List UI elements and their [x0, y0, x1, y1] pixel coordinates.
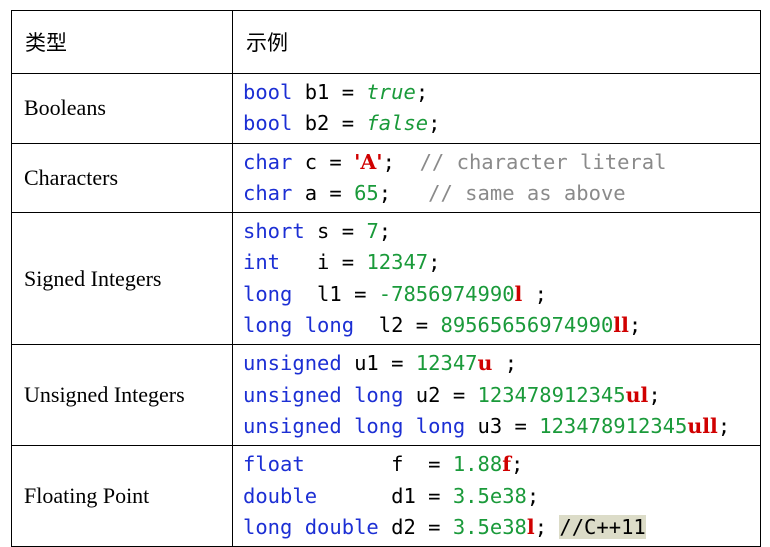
code-token: u3 =: [465, 413, 540, 438]
code-token: ;: [522, 281, 548, 306]
code-token-kw: unsigned long: [243, 382, 404, 407]
code-token-sfx: ul: [625, 382, 649, 407]
example-cell: float f = 1.88f; double d1 = 3.5e38; long …: [232, 445, 761, 547]
code-line: short s = 7;: [243, 216, 760, 247]
code-token-num: 12347: [366, 250, 429, 275]
code-token-sfx: l: [526, 514, 535, 539]
code-token-kw: unsigned: [243, 351, 342, 376]
header-type: 类型: [11, 10, 233, 74]
code-token-kw: long long: [243, 313, 355, 338]
code-token: ;: [511, 452, 524, 477]
code-line: float f = 1.88f;: [243, 449, 760, 480]
type-cell: Unsigned Integers: [11, 344, 233, 447]
code-token-num: 3.5e38: [452, 514, 527, 539]
code-line: unsigned long u2 = 123478912345ul;: [243, 380, 760, 411]
code-token: b2 =: [292, 111, 367, 136]
code-token: f =: [304, 452, 453, 477]
code-token-kw: float: [243, 452, 305, 477]
code-token: ;: [378, 180, 429, 205]
code-token: ;: [415, 80, 429, 104]
code-token: i =: [280, 250, 367, 275]
code-token: ;: [534, 514, 560, 539]
code-token: ;: [382, 149, 420, 174]
header-example: 示例: [232, 10, 761, 74]
code-token-kw: bool: [243, 80, 293, 104]
code-token-num: 65: [354, 180, 379, 205]
code-token: l1 =: [292, 281, 379, 306]
code-line: unsigned long long u3 = 123478912345ull;: [243, 411, 760, 442]
type-cell: Signed Integers: [11, 212, 233, 346]
code-token: c =: [292, 149, 355, 174]
code-line: long long l2 = 89565656974990ll;: [243, 310, 760, 341]
table-row: Floating Point float f = 1.88f; double d1 …: [11, 445, 761, 547]
code-token-num: 1.88: [452, 452, 503, 477]
code-token-cmt: // character literal: [419, 149, 667, 174]
code-token: u2 =: [403, 382, 478, 407]
code-token-kw: char: [243, 149, 293, 174]
code-token: ;: [628, 313, 642, 338]
literal-types-table: 类型 示例 Booleans bool b1 = true; bool b2 = f…: [11, 10, 761, 547]
code-line: double d1 = 3.5e38;: [243, 481, 760, 512]
example-cell: unsigned u1 = 12347u ; unsigned long u2 =…: [232, 344, 761, 447]
code-token: ;: [648, 382, 661, 407]
example-cell: bool b1 = true; bool b2 = false;: [232, 73, 761, 144]
example-cell: short s = 7; int i = 12347; long l1 = -785…: [232, 212, 761, 346]
code-token-num: 7: [366, 219, 379, 244]
code-line: int i = 12347;: [243, 247, 760, 278]
type-cell: Characters: [11, 142, 233, 214]
table-row: Unsigned Integers unsigned u1 = 12347u ; u…: [11, 344, 761, 447]
code-token: ;: [378, 219, 392, 244]
code-line: bool b1 = true;: [243, 77, 760, 108]
code-token: ;: [428, 111, 441, 136]
code-line: unsigned u1 = 12347u ;: [243, 348, 760, 379]
code-line: bool b2 = false;: [243, 108, 760, 139]
table-header-row: 类型 示例: [11, 10, 761, 74]
code-token: d2 =: [378, 514, 453, 539]
code-token: l2 =: [354, 313, 441, 338]
code-token-cmt: // same as above: [428, 180, 626, 205]
code-token-kw: double: [243, 483, 318, 508]
table-row: Characters char c = 'A'; // character lit…: [11, 142, 761, 214]
code-token-lit: true: [366, 80, 416, 104]
code-token-num: -7856974990: [378, 281, 515, 306]
code-token-kw: short: [243, 219, 305, 244]
table-body: Booleans bool b1 = true; bool b2 = false; C…: [11, 73, 761, 547]
code-token: s =: [304, 219, 367, 244]
code-token-num: 89565656974990: [440, 313, 614, 338]
code-token: ;: [428, 250, 441, 275]
code-line: long l1 = -7856974990l ;: [243, 279, 760, 310]
code-token: u1 =: [341, 351, 416, 376]
code-token-kw: int: [243, 250, 281, 275]
code-token: ;: [717, 413, 731, 438]
type-cell: Booleans: [11, 73, 233, 144]
code-token: d1 =: [317, 483, 453, 508]
code-token-sfx: f: [502, 452, 512, 477]
code-token-sfx: u: [477, 351, 493, 376]
code-token-sfx: ll: [613, 313, 629, 338]
code-line: char a = 65; // same as above: [243, 178, 760, 209]
code-token: a =: [292, 180, 355, 205]
code-token-num: 123478912345: [539, 413, 688, 438]
code-token-sfx: ull: [687, 413, 718, 438]
code-token-num: 3.5e38: [452, 483, 527, 508]
code-token-chr: 'A': [354, 149, 383, 174]
table-row: Signed Integers short s = 7; int i = 12347…: [11, 212, 761, 346]
code-token-kw: char: [243, 180, 293, 205]
table-row: Booleans bool b1 = true; bool b2 = false;: [11, 73, 761, 144]
code-token-lit: false: [366, 111, 429, 136]
code-token-kw: unsigned long long: [243, 413, 466, 438]
code-token-num: 12347: [415, 351, 478, 376]
code-token-hl: //C++11: [559, 514, 646, 539]
code-line: char c = 'A'; // character literal: [243, 147, 760, 178]
code-token: ;: [526, 483, 540, 508]
code-token-kw: long: [243, 281, 293, 306]
code-token-num: 123478912345: [477, 382, 626, 407]
code-token: ;: [492, 351, 518, 376]
code-token-kw: long double: [243, 514, 379, 539]
code-token: b1 =: [292, 80, 367, 104]
code-token-kw: bool: [243, 111, 293, 136]
type-cell: Floating Point: [11, 445, 233, 547]
example-cell: char c = 'A'; // character literal char a…: [232, 142, 761, 214]
